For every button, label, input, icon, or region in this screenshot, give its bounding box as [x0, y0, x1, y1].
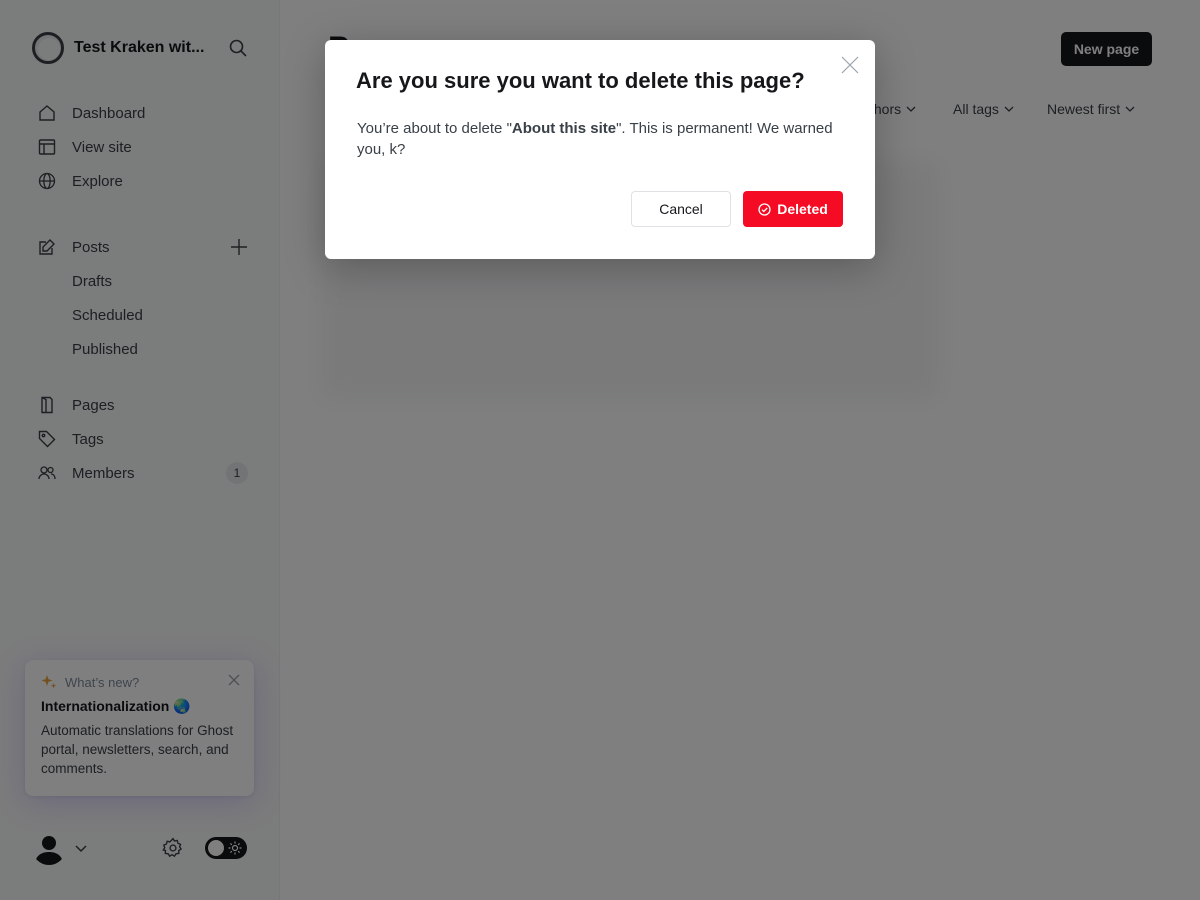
delete-button[interactable]: Deleted	[743, 191, 843, 227]
modal-message-prefix: You’re about to delete "	[357, 120, 512, 137]
close-icon[interactable]	[841, 56, 859, 74]
delete-button-label: Deleted	[777, 201, 828, 217]
check-circle-icon	[758, 202, 771, 216]
modal-message: You’re about to delete "About this site"…	[357, 118, 847, 160]
modal-item-name: About this site	[511, 120, 617, 137]
modal-title: Are you sure you want to delete this pag…	[356, 68, 805, 93]
delete-page-modal: Are you sure you want to delete this pag…	[325, 40, 875, 259]
cancel-button[interactable]: Cancel	[631, 191, 731, 227]
